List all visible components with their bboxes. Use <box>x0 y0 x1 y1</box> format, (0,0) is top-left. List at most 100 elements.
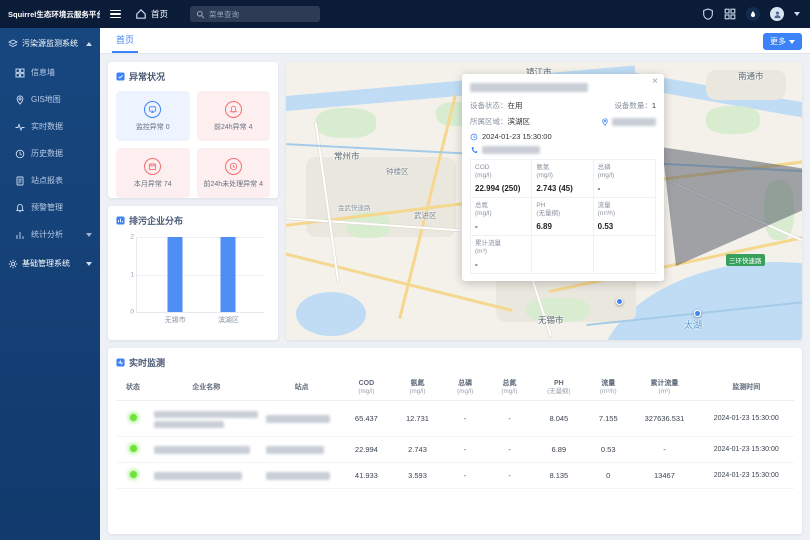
chevron-down-icon[interactable] <box>794 12 800 16</box>
tn-value: - <box>487 401 531 437</box>
cod-value: 22.994 <box>341 436 392 462</box>
station-info-popup: × 设备状态：在用 设备数量：1 所属区域：滨湖区 2024-01-23 15:… <box>462 74 664 281</box>
popup-row-region: 所属区域：滨湖区 <box>470 116 656 127</box>
status-dot <box>130 445 137 452</box>
flow-value: 0 <box>586 462 630 488</box>
map-pin-icon <box>601 118 609 126</box>
col-site: 站点 <box>262 375 340 401</box>
metric-empty <box>594 236 655 273</box>
sidebar-item-warning-management[interactable]: 预警管理 <box>0 194 100 221</box>
sidebar-item-statistics[interactable]: 统计分析 <box>0 221 100 248</box>
bar-binhu <box>221 237 236 312</box>
flow-value: 0.53 <box>586 436 630 462</box>
col-flow: 流量(m³/h) <box>586 375 630 401</box>
x-label: 无锡市 <box>165 315 186 325</box>
col-tn: 总氮(mg/l) <box>487 375 531 401</box>
sidebar-item-label: 实时数据 <box>31 121 63 132</box>
sidebar-item-history-data[interactable]: 历史数据 <box>0 140 100 167</box>
more-button-label: 更多 <box>770 36 786 47</box>
total-flow-value: 327636.531 <box>630 401 698 437</box>
alert-badge-icon <box>116 72 125 81</box>
menu-toggle-icon[interactable] <box>110 10 121 19</box>
tile-prev24h-unhandled[interactable]: 前24h未处理异常 4 <box>197 148 271 198</box>
sidebar-section-pollution-monitoring[interactable]: 污染源监测系统 <box>0 28 100 59</box>
sidebar-item-label: GIS地图 <box>31 94 61 105</box>
y-tick: 1 <box>130 271 134 278</box>
station-marker[interactable] <box>616 298 623 305</box>
panel-title: 排污企业分布 <box>129 214 183 227</box>
ph-value: 8.135 <box>532 462 587 488</box>
panel-title: 实时监测 <box>129 356 165 369</box>
shield-icon[interactable] <box>702 8 714 20</box>
park-shape <box>706 106 760 134</box>
tab-home[interactable]: 首页 <box>112 33 138 53</box>
panel-title-row: 异常状况 <box>116 70 270 83</box>
metric-ph: PH(无量纲) 6.89 <box>532 198 593 236</box>
sidebar-item-label: 历史数据 <box>31 148 63 159</box>
sidebar-item-realtime-data[interactable]: 实时数据 <box>0 113 100 140</box>
breadcrumb-home[interactable]: 首页 <box>135 8 168 20</box>
main-area: 首页 更多 异常状况 监控异常 0 前24h异常 4 本月异常 74 <box>100 28 810 540</box>
info-wall-icon <box>15 68 25 78</box>
top-bar: Squirrel生态环境云服务平台 首页 <box>0 0 810 28</box>
sidebar-item-label: 统计分析 <box>31 229 63 240</box>
bell-icon <box>229 105 238 114</box>
sidebar-item-info-wall[interactable]: 信息墙 <box>0 59 100 86</box>
monitor-time: 2024-01-23 15:30:00 <box>699 436 794 462</box>
sidebar-section-base-management[interactable]: 基础管理系统 <box>0 248 100 279</box>
y-tick: 0 <box>130 309 134 316</box>
col-time: 监测时间 <box>699 375 794 401</box>
tn-value: - <box>487 436 531 462</box>
device-count-label: 设备数量： <box>614 101 652 110</box>
sidebar-item-label: 预警管理 <box>31 202 63 213</box>
menu-search[interactable] <box>190 6 320 22</box>
tile-label: 本月异常 <box>134 181 162 188</box>
redacted-address <box>612 118 656 126</box>
enterprise-distribution-chart: 2 1 0 无锡市 滨湖区 <box>116 231 270 331</box>
map-label-ring-expressway: 三环快速路 <box>726 254 765 266</box>
sidebar-section-label: 污染源监测系统 <box>22 38 78 49</box>
tile-monitor-abnormal[interactable]: 监控异常 0 <box>116 91 190 141</box>
monitor-time: 2024-01-23 15:30:00 <box>699 401 794 437</box>
x-label: 滨湖区 <box>218 315 239 325</box>
calendar-icon <box>148 162 157 171</box>
nh3n-value: 12.731 <box>392 401 443 437</box>
gear-icon <box>8 259 18 269</box>
tile-month-abnormal[interactable]: 本月异常 74 <box>116 148 190 198</box>
station-marker[interactable] <box>694 310 701 317</box>
close-icon[interactable]: × <box>652 76 658 87</box>
gis-map[interactable]: 靖江市 南通市 常州市 钟楼区 武进区 金武快速路 无锡市 太湖 三环快速路 ×… <box>286 62 802 340</box>
park-shape <box>316 108 376 138</box>
sidebar-item-gis-map[interactable]: GIS地图 <box>0 86 100 113</box>
table-row[interactable]: 22.994 2.743 - - 6.89 0.53 - 2024-01-23 … <box>116 436 794 462</box>
popup-row-time: 2024-01-23 15:30:00 <box>470 132 656 141</box>
y-tick: 2 <box>130 234 134 241</box>
search-input[interactable] <box>209 10 314 19</box>
sidebar-item-label: 信息墙 <box>31 67 55 78</box>
table-row[interactable]: 41.933 3.593 - - 8.135 0 13467 2024-01-2… <box>116 462 794 488</box>
breadcrumb-home-label: 首页 <box>151 8 168 20</box>
tile-prev24h-abnormal[interactable]: 前24h异常 4 <box>197 91 271 141</box>
more-button[interactable]: 更多 <box>763 33 802 50</box>
col-ph: PH(无量纲) <box>532 375 587 401</box>
cod-value: 41.933 <box>341 462 392 488</box>
tp-value: - <box>443 401 487 437</box>
table-row[interactable]: 65.437 12.731 - - 8.045 7.155 327636.531… <box>116 401 794 437</box>
apps-grid-icon[interactable] <box>724 8 736 20</box>
home-icon <box>135 8 147 20</box>
redacted-station-name <box>470 83 588 92</box>
sidebar-item-site-report[interactable]: 站点报表 <box>0 167 100 194</box>
tp-value: - <box>443 436 487 462</box>
map-label-wujin: 武进区 <box>414 210 437 221</box>
app-logo: Squirrel生态环境云服务平台 <box>0 9 100 20</box>
bar-chart-icon <box>15 230 25 240</box>
clock-alert-icon <box>229 162 238 171</box>
water-drop-icon[interactable] <box>746 7 760 21</box>
metric-tn: 总氮(mg/l) - <box>471 198 532 236</box>
tab-bar: 首页 更多 <box>100 28 810 54</box>
enterprise-name-cell <box>150 401 262 437</box>
avatar[interactable] <box>770 7 784 21</box>
enterprise-name-cell <box>150 462 262 488</box>
total-flow-value: - <box>630 436 698 462</box>
total-flow-value: 13467 <box>630 462 698 488</box>
